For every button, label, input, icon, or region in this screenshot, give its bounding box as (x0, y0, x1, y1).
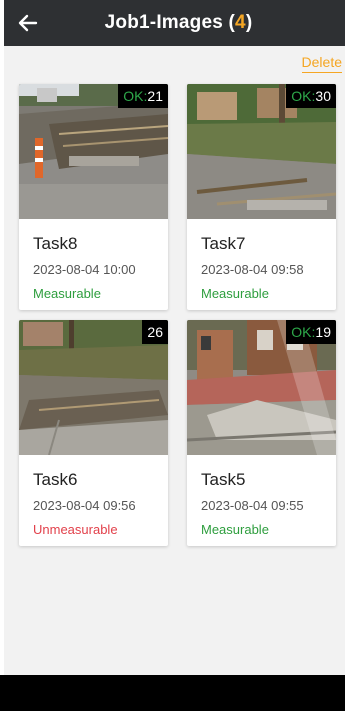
task-name: Task5 (201, 470, 246, 489)
ok-count-badge: OK:30 (286, 84, 336, 108)
task-name: Task7 (201, 234, 246, 253)
task-date: 2023-08-04 09:58 (201, 262, 304, 277)
image-count: 4 (235, 12, 246, 33)
task-card[interactable]: OK:19 Task5 2023-08-04 09:55 Measurable (187, 320, 336, 546)
task-date: 2023-08-04 09:56 (33, 498, 136, 513)
task-card[interactable]: OK:21 Task8 2023-08-04 10:00 Measurable (19, 84, 168, 310)
system-navigation-bar (0, 675, 345, 711)
ok-label: OK: (123, 88, 148, 104)
badge-value: 30 (315, 88, 331, 104)
screen: Job1-Images (4) Delete OK:21 Task8 2023-… (0, 0, 345, 711)
image-count-close: ) (245, 12, 253, 33)
task-status: Measurable (201, 522, 269, 537)
task-thumbnail: OK:21 (19, 84, 168, 219)
task-status: Unmeasurable (33, 522, 118, 537)
task-status: Measurable (33, 286, 101, 301)
task-date: 2023-08-04 09:55 (201, 498, 304, 513)
badge-value: 19 (315, 324, 331, 340)
badge-value: 21 (147, 88, 163, 104)
page-title-text: Job1-Images (104, 12, 224, 33)
task-thumbnail: OK:19 (187, 320, 336, 455)
app-frame: Job1-Images (4) Delete OK:21 Task8 2023-… (4, 0, 345, 711)
delete-button[interactable]: Delete (301, 54, 342, 73)
task-date: 2023-08-04 10:00 (33, 262, 136, 277)
task-name: Task8 (33, 234, 78, 253)
top-app-bar: Job1-Images (4) (4, 0, 345, 46)
task-name: Task6 (33, 470, 78, 489)
task-card[interactable]: OK:30 Task7 2023-08-04 09:58 Measurable (187, 84, 336, 310)
task-thumbnail: 26 (19, 320, 168, 455)
badge-value: 26 (147, 324, 163, 340)
task-status: Measurable (201, 286, 269, 301)
task-thumbnail: OK:30 (187, 84, 336, 219)
page-title: Job1-Images (4) (4, 12, 345, 34)
ok-count-badge: OK:19 (286, 320, 336, 344)
ok-count-badge: 26 (142, 320, 168, 344)
ok-label: OK: (291, 324, 316, 340)
ok-count-badge: OK:21 (118, 84, 168, 108)
task-card[interactable]: 26 Task6 2023-08-04 09:56 Unmeasurable (19, 320, 168, 546)
ok-label: OK: (291, 88, 316, 104)
